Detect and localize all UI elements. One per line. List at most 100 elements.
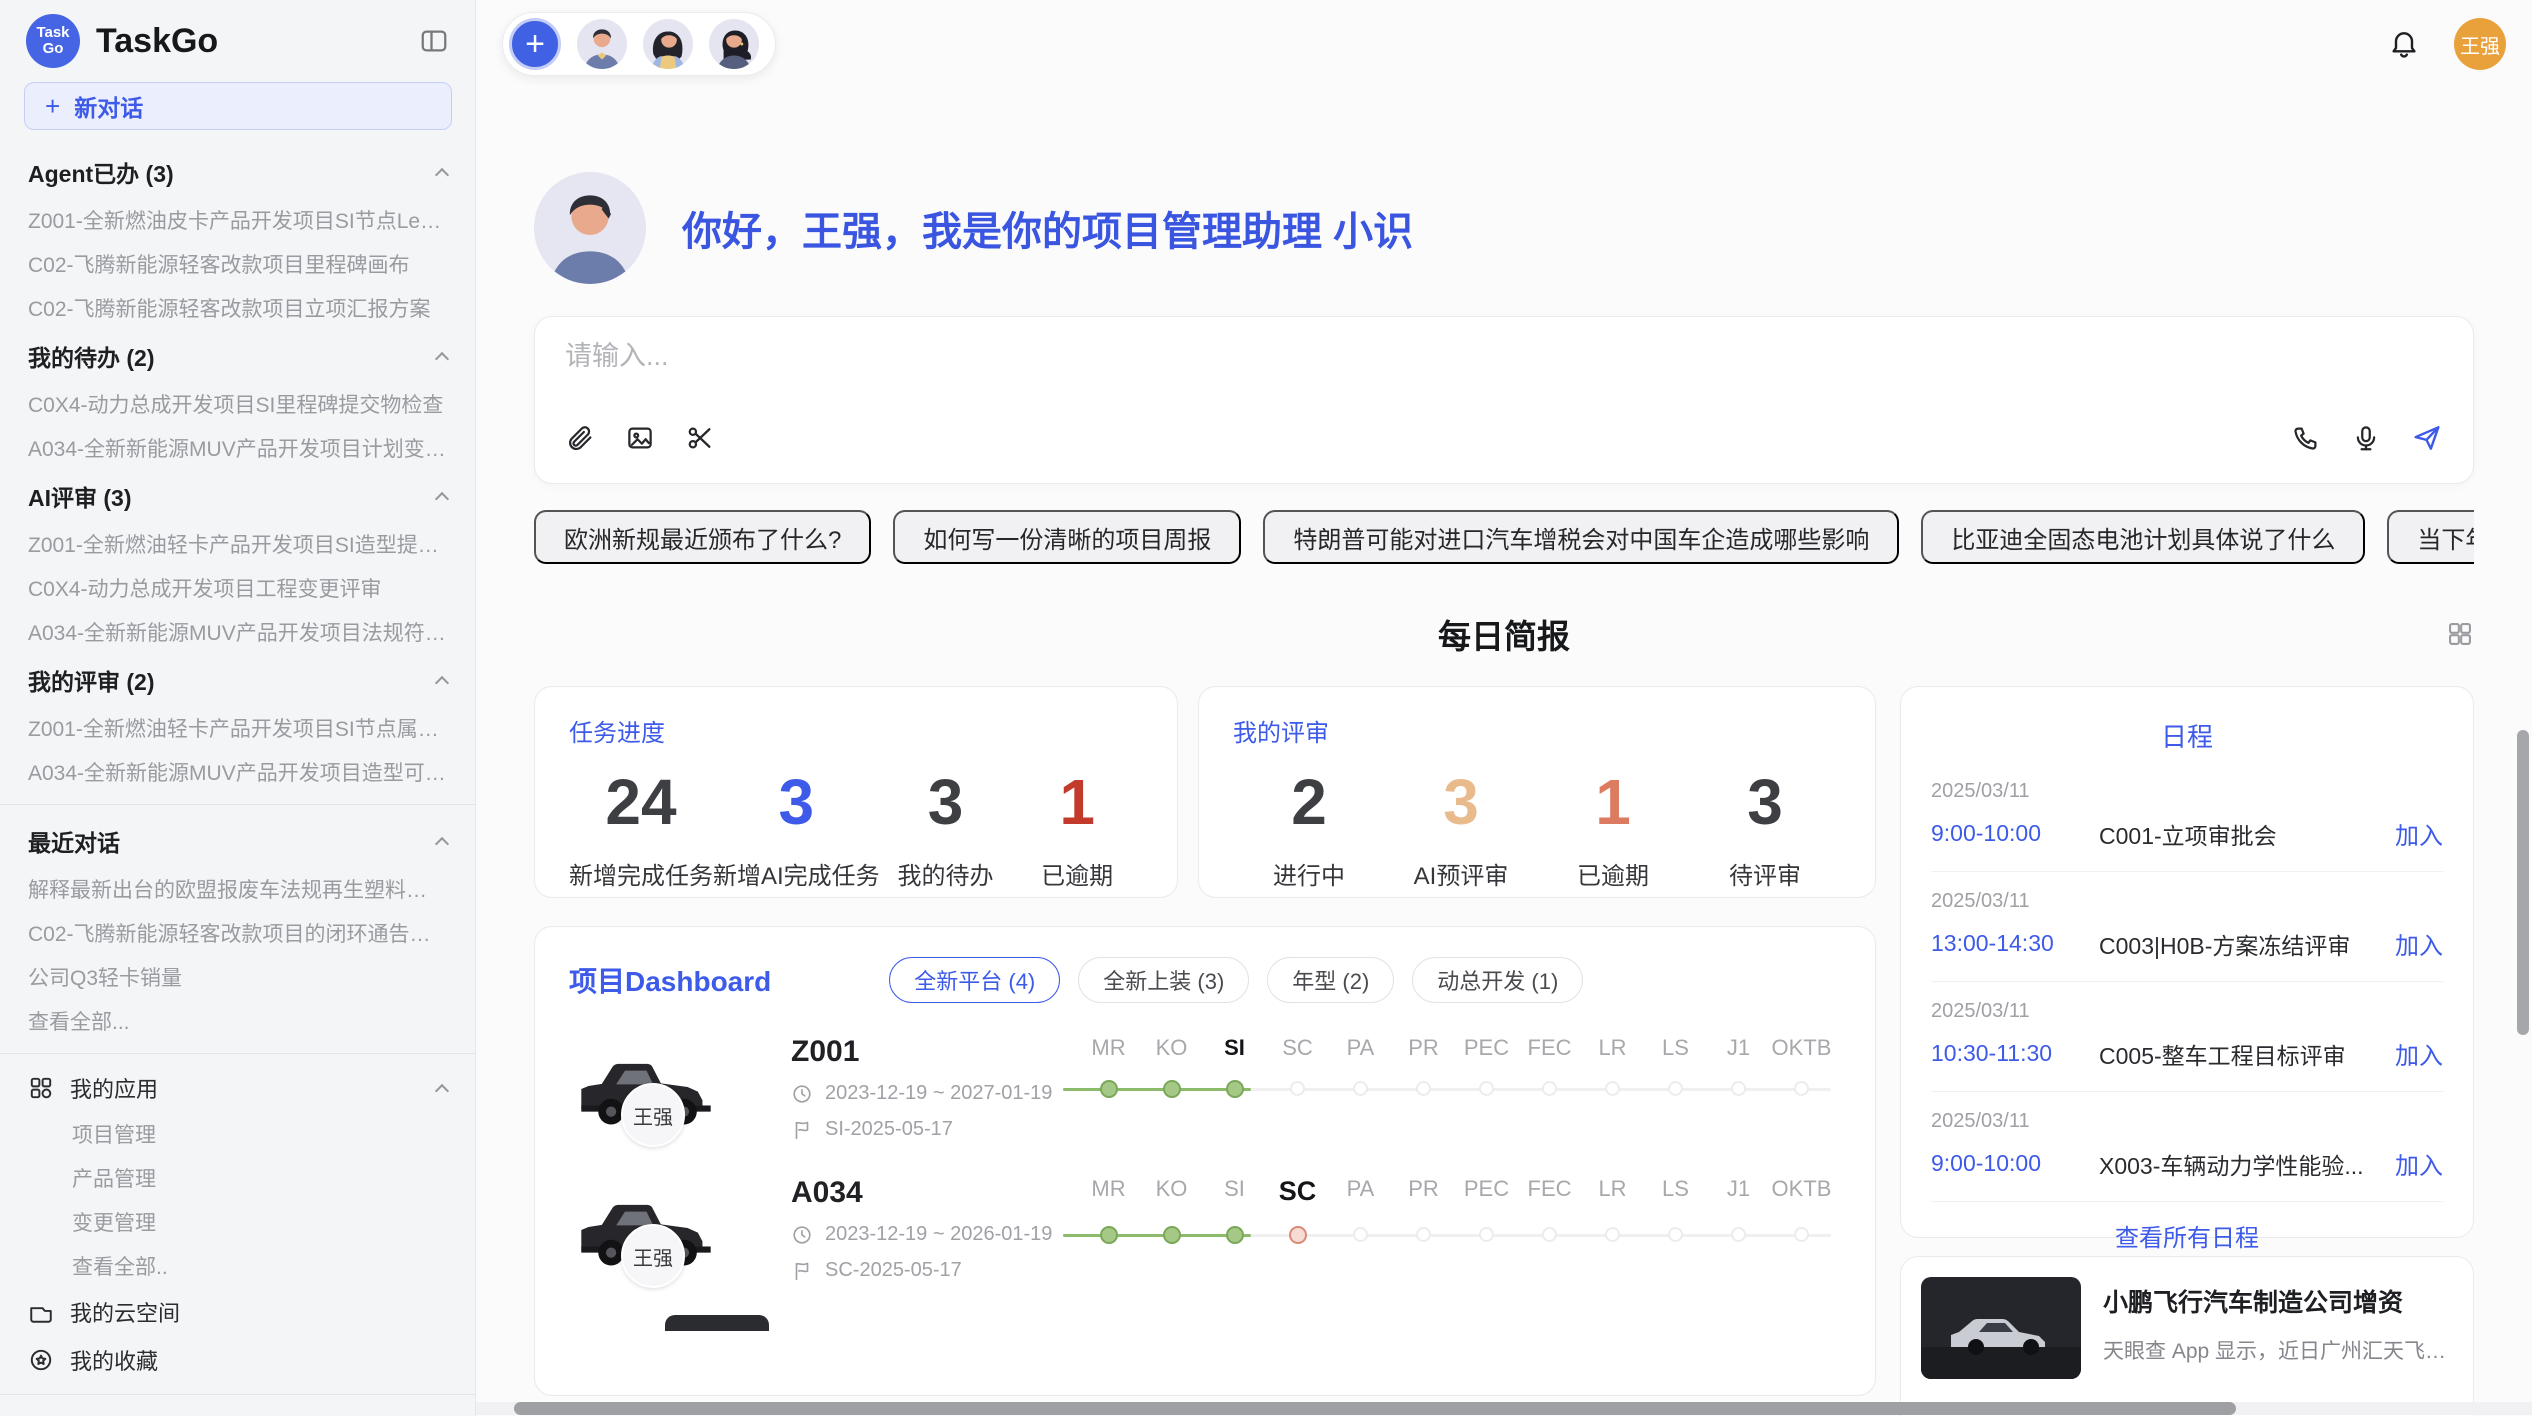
- list-item[interactable]: A034-全新新能源MUV产品开发项目造型可行性评审: [0, 750, 475, 794]
- list-item[interactable]: C02-飞腾新能源轻客改款项目的闭环通告反馈情况: [0, 911, 475, 955]
- section-label: 我的评审 (2): [28, 663, 155, 697]
- sidebar-collapse-icon[interactable]: [419, 26, 449, 56]
- attachment-icon[interactable]: [565, 423, 595, 458]
- list-item[interactable]: 解释最新出台的欧盟报废车法规再生塑料比例被调至15%...: [0, 867, 475, 911]
- milestone-dot-done: [1100, 1080, 1118, 1098]
- list-item[interactable]: C02-飞腾新能源轻客改款项目里程碑画布: [0, 242, 475, 286]
- new-chat-button[interactable]: + 新对话: [24, 82, 452, 130]
- project-code: A034: [791, 1176, 1031, 1210]
- dashboard-header: 项目Dashboard 全新平台 (4) 全新上装 (3) 年型 (2) 动总开…: [569, 957, 1841, 1003]
- voice-call-icon[interactable]: [2291, 423, 2321, 458]
- view-all-schedule-link[interactable]: 查看所有日程: [1931, 1202, 2443, 1255]
- greeting-title: 你好，王强，我是你的项目管理助理 小识: [682, 199, 1413, 257]
- project-media: 王强: [569, 1035, 723, 1144]
- suggestion-chip[interactable]: 欧洲新规最近颁布了什么?: [534, 510, 871, 564]
- section-my-review[interactable]: 我的评审 (2): [0, 654, 475, 706]
- list-item[interactable]: Z001-全新燃油轻卡产品开发项目SI造型提交物评审: [0, 522, 475, 566]
- tab-powertrain[interactable]: 动总开发 (1): [1412, 957, 1583, 1003]
- greeting-block: 你好，王强，我是你的项目管理助理 小识: [534, 172, 2474, 284]
- plus-icon: +: [45, 93, 60, 119]
- list-item[interactable]: C0X4-动力总成开发项目工程变更评审: [0, 566, 475, 610]
- project-row[interactable]: 王强 A034 2023-12-19 ~ 2026-01-19: [569, 1176, 1841, 1285]
- section-my-todo[interactable]: 我的待办 (2): [0, 330, 475, 382]
- add-member-button[interactable]: +: [509, 18, 561, 70]
- flag-milestone: SC-2025-05-17: [825, 1259, 962, 1282]
- join-link[interactable]: 加入: [2395, 816, 2443, 851]
- flag-icon: [791, 1119, 813, 1141]
- project-row[interactable]: 王强 Z001 2023-12-19 ~ 2027-01-19: [569, 1035, 1841, 1144]
- list-item[interactable]: C0X4-动力总成开发项目SI里程碑提交物检查: [0, 382, 475, 426]
- schedule-time: 9:00-10:00: [1931, 1150, 2099, 1177]
- screenshot-scissors-icon[interactable]: [685, 423, 715, 458]
- list-item[interactable]: A034-全新新能源MUV产品开发项目计划变更表编写: [0, 426, 475, 470]
- stat-value: 1: [1011, 762, 1143, 842]
- schedule-title: 日程: [1931, 717, 2443, 754]
- stats: 2 进行中 3 AI预评审 1 已逾期: [1233, 762, 1841, 891]
- sidebar-item-my-apps[interactable]: 我的应用: [0, 1064, 475, 1112]
- my-review-card: 我的评审 2 进行中 3 AI预评审: [1198, 686, 1876, 898]
- milestone-dot: [1731, 1081, 1746, 1096]
- microphone-icon[interactable]: [2351, 423, 2381, 458]
- list-item[interactable]: C02-飞腾新能源轻客改款项目立项汇报方案: [0, 286, 475, 330]
- project-dates: 2023-12-19 ~ 2026-01-19: [791, 1223, 1031, 1246]
- milestone-label: PA: [1329, 1035, 1392, 1061]
- image-upload-icon[interactable]: [625, 423, 655, 458]
- suggestion-chip[interactable]: 如何写一份清晰的项目周报: [893, 510, 1241, 564]
- layout-grid-icon[interactable]: [2446, 620, 2474, 648]
- join-link[interactable]: 加入: [2395, 1146, 2443, 1181]
- milestone-label: SI: [1203, 1176, 1266, 1207]
- section-ai-review[interactable]: AI评审 (3): [0, 470, 475, 522]
- project-owner-badge: 王强: [621, 1224, 685, 1288]
- list-item[interactable]: Z001-全新燃油皮卡产品开发项目SI节点Lesson Learn报告: [0, 198, 475, 242]
- view-all-apps-link[interactable]: 查看全部..: [0, 1244, 475, 1288]
- sidebar-item-product-mgmt[interactable]: 产品管理: [0, 1156, 475, 1200]
- sidebar-item-ai-staff[interactable]: AI超级员工: [0, 1405, 475, 1416]
- schedule-date: 2025/03/11: [1931, 1000, 2443, 1023]
- sidebar-item-label: 我的应用: [70, 1072, 421, 1104]
- horizontal-scrollbar-thumb[interactable]: [514, 1402, 2236, 1415]
- section-agent-done[interactable]: Agent已办 (3): [0, 146, 475, 198]
- milestone-dot: [1290, 1081, 1305, 1096]
- suggestion-chip[interactable]: 特朗普可能对进口汽车增税会对中国车企造成哪些影响: [1263, 510, 1899, 564]
- schedule-name: C003|H0B-方案冻结评审: [2099, 927, 2381, 961]
- avatar[interactable]: [709, 19, 759, 69]
- stat: 1 已逾期: [1537, 762, 1689, 891]
- news-card[interactable]: 小鹏飞行汽车制造公司增资 天眼查 App 显示，近日广州汇天飞行汽...: [1900, 1256, 2474, 1416]
- project-info: Z001 2023-12-19 ~ 2027-01-19 SI-2025-05-…: [791, 1035, 1031, 1141]
- milestone-label: PR: [1392, 1035, 1455, 1061]
- schedule-name: C001-立项审批会: [2099, 817, 2381, 851]
- list-item[interactable]: A034-全新新能源MUV产品开发项目法规符合性评审: [0, 610, 475, 654]
- milestone-label: LR: [1581, 1176, 1644, 1207]
- sidebar-item-project-mgmt[interactable]: 项目管理: [0, 1112, 475, 1156]
- tab-new-body[interactable]: 全新上装 (3): [1078, 957, 1249, 1003]
- notification-bell-icon[interactable]: [2388, 28, 2420, 60]
- list-item[interactable]: 公司Q3轻卡销量: [0, 955, 475, 999]
- list-item[interactable]: Z001-全新燃油轻卡产品开发项目SI节点属性5D文件评审: [0, 706, 475, 750]
- sidebar-item-change-mgmt[interactable]: 变更管理: [0, 1200, 475, 1244]
- milestone-label: MR: [1077, 1176, 1140, 1207]
- milestone-label: MR: [1077, 1035, 1140, 1061]
- vertical-scrollbar-thumb[interactable]: [2517, 730, 2529, 1035]
- send-icon[interactable]: [2411, 422, 2443, 459]
- chat-input[interactable]: [565, 341, 2443, 372]
- join-link[interactable]: 加入: [2395, 926, 2443, 961]
- sidebar-item-favorites[interactable]: 我的收藏: [0, 1336, 475, 1384]
- join-link[interactable]: 加入: [2395, 1036, 2443, 1071]
- tab-year-model[interactable]: 年型 (2): [1267, 957, 1394, 1003]
- milestone-label-current: SC: [1266, 1176, 1329, 1207]
- suggestion-chip[interactable]: 当下年轻人对汽车外观有怎样的喜好趋势: [2387, 510, 2474, 564]
- milestone-labels: MR KO SI SC PA PR PEC FEC LR LS: [1077, 1176, 1837, 1207]
- avatar[interactable]: [643, 19, 693, 69]
- chevron-up-icon: [435, 167, 449, 181]
- sidebar-item-cloud-space[interactable]: 我的云空间: [0, 1288, 475, 1336]
- tab-new-platform[interactable]: 全新平台 (4): [889, 957, 1060, 1003]
- suggestion-chip[interactable]: 比亚迪全固态电池计划具体说了什么: [1921, 510, 2365, 564]
- view-all-chats-link[interactable]: 查看全部...: [0, 999, 475, 1043]
- user-avatar[interactable]: 王强: [2454, 18, 2506, 70]
- milestone-track: MR KO SI SC PA PR PEC FEC LR LS: [1077, 1035, 1837, 1113]
- avatar[interactable]: [577, 19, 627, 69]
- section-recent-chats[interactable]: 最近对话: [0, 815, 475, 867]
- card-title: 任务进度: [569, 713, 1143, 748]
- project-media: 王强: [569, 1176, 723, 1285]
- milestone-dot-done: [1226, 1080, 1244, 1098]
